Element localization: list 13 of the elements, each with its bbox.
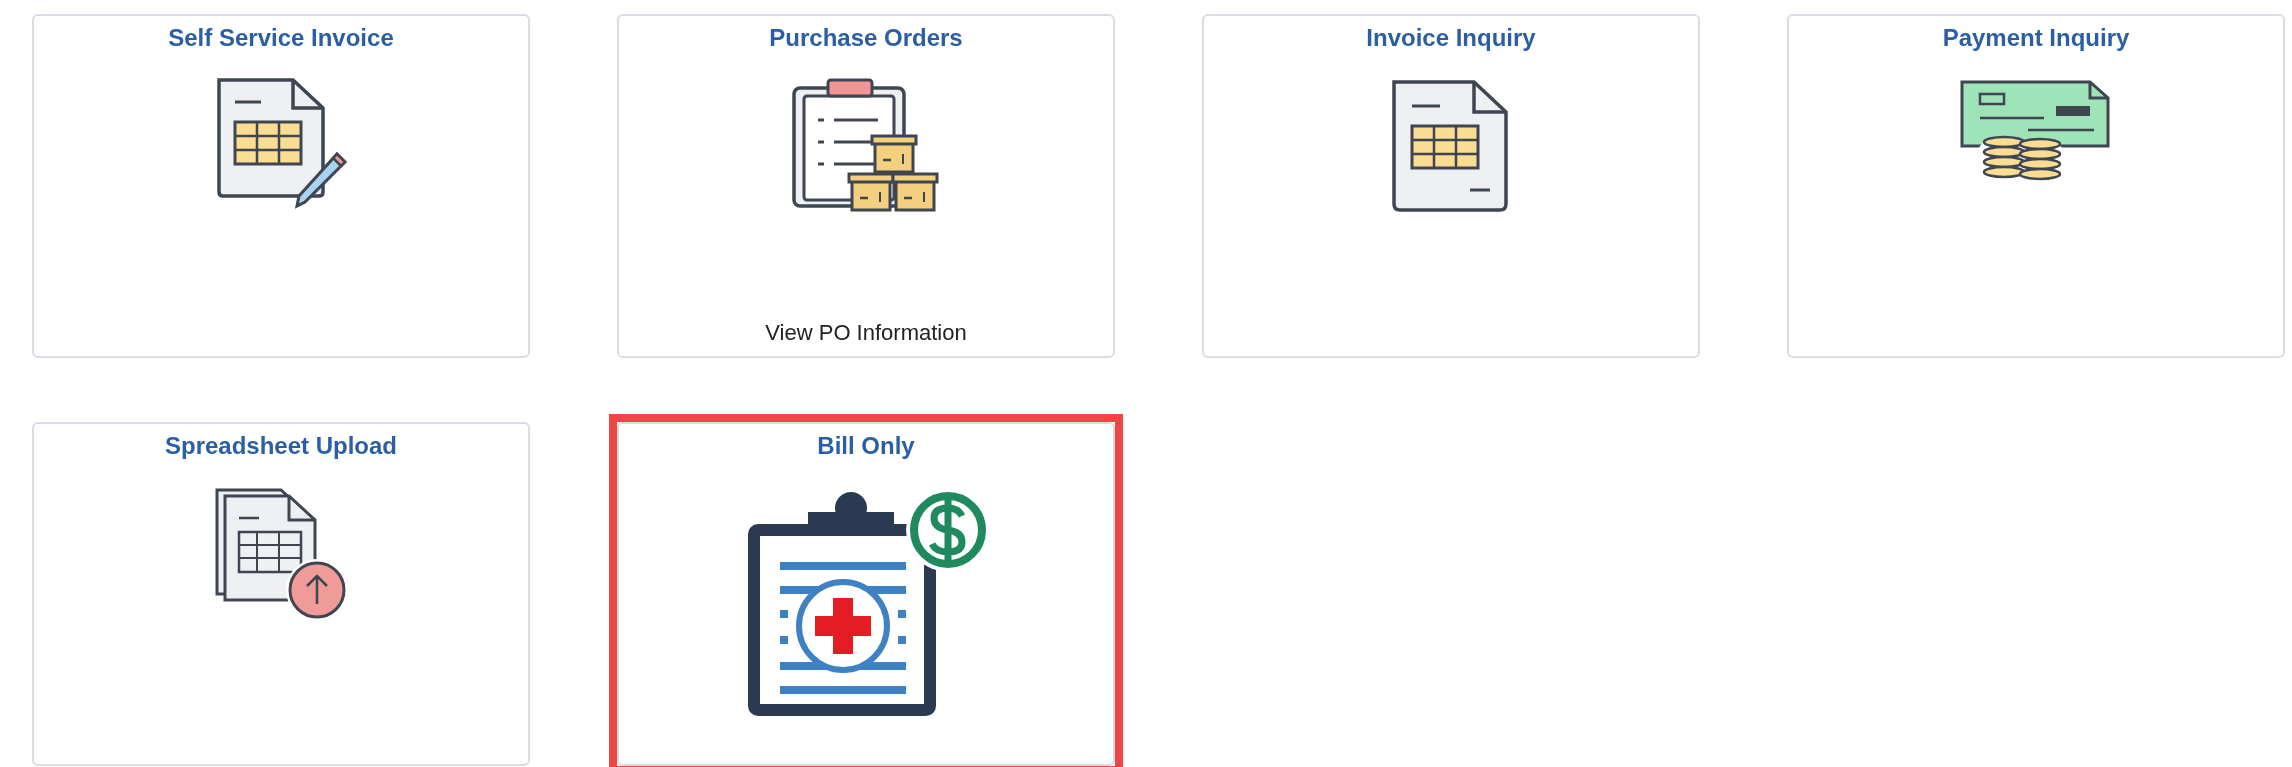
tile-title: Bill Only: [817, 431, 915, 461]
tile[interactable]: Payment Inquiry: [1787, 14, 2285, 358]
tile-title: Invoice Inquiry: [1366, 23, 1536, 53]
tile-title: Self Service Invoice: [168, 23, 394, 53]
tile[interactable]: Bill Only: [617, 422, 1115, 766]
tile-title: Spreadsheet Upload: [164, 431, 398, 461]
tile[interactable]: Spreadsheet Upload: [32, 422, 530, 766]
tile[interactable]: Invoice Inquiry: [1202, 14, 1700, 358]
tile[interactable]: Purchase Orders View PO Information: [617, 14, 1115, 358]
tile-title: Purchase Orders: [769, 23, 963, 53]
tile-subtitle: View PO Information: [765, 319, 967, 347]
tile[interactable]: Self Service Invoice: [32, 14, 530, 358]
tile-title: Payment Inquiry: [1942, 23, 2130, 53]
